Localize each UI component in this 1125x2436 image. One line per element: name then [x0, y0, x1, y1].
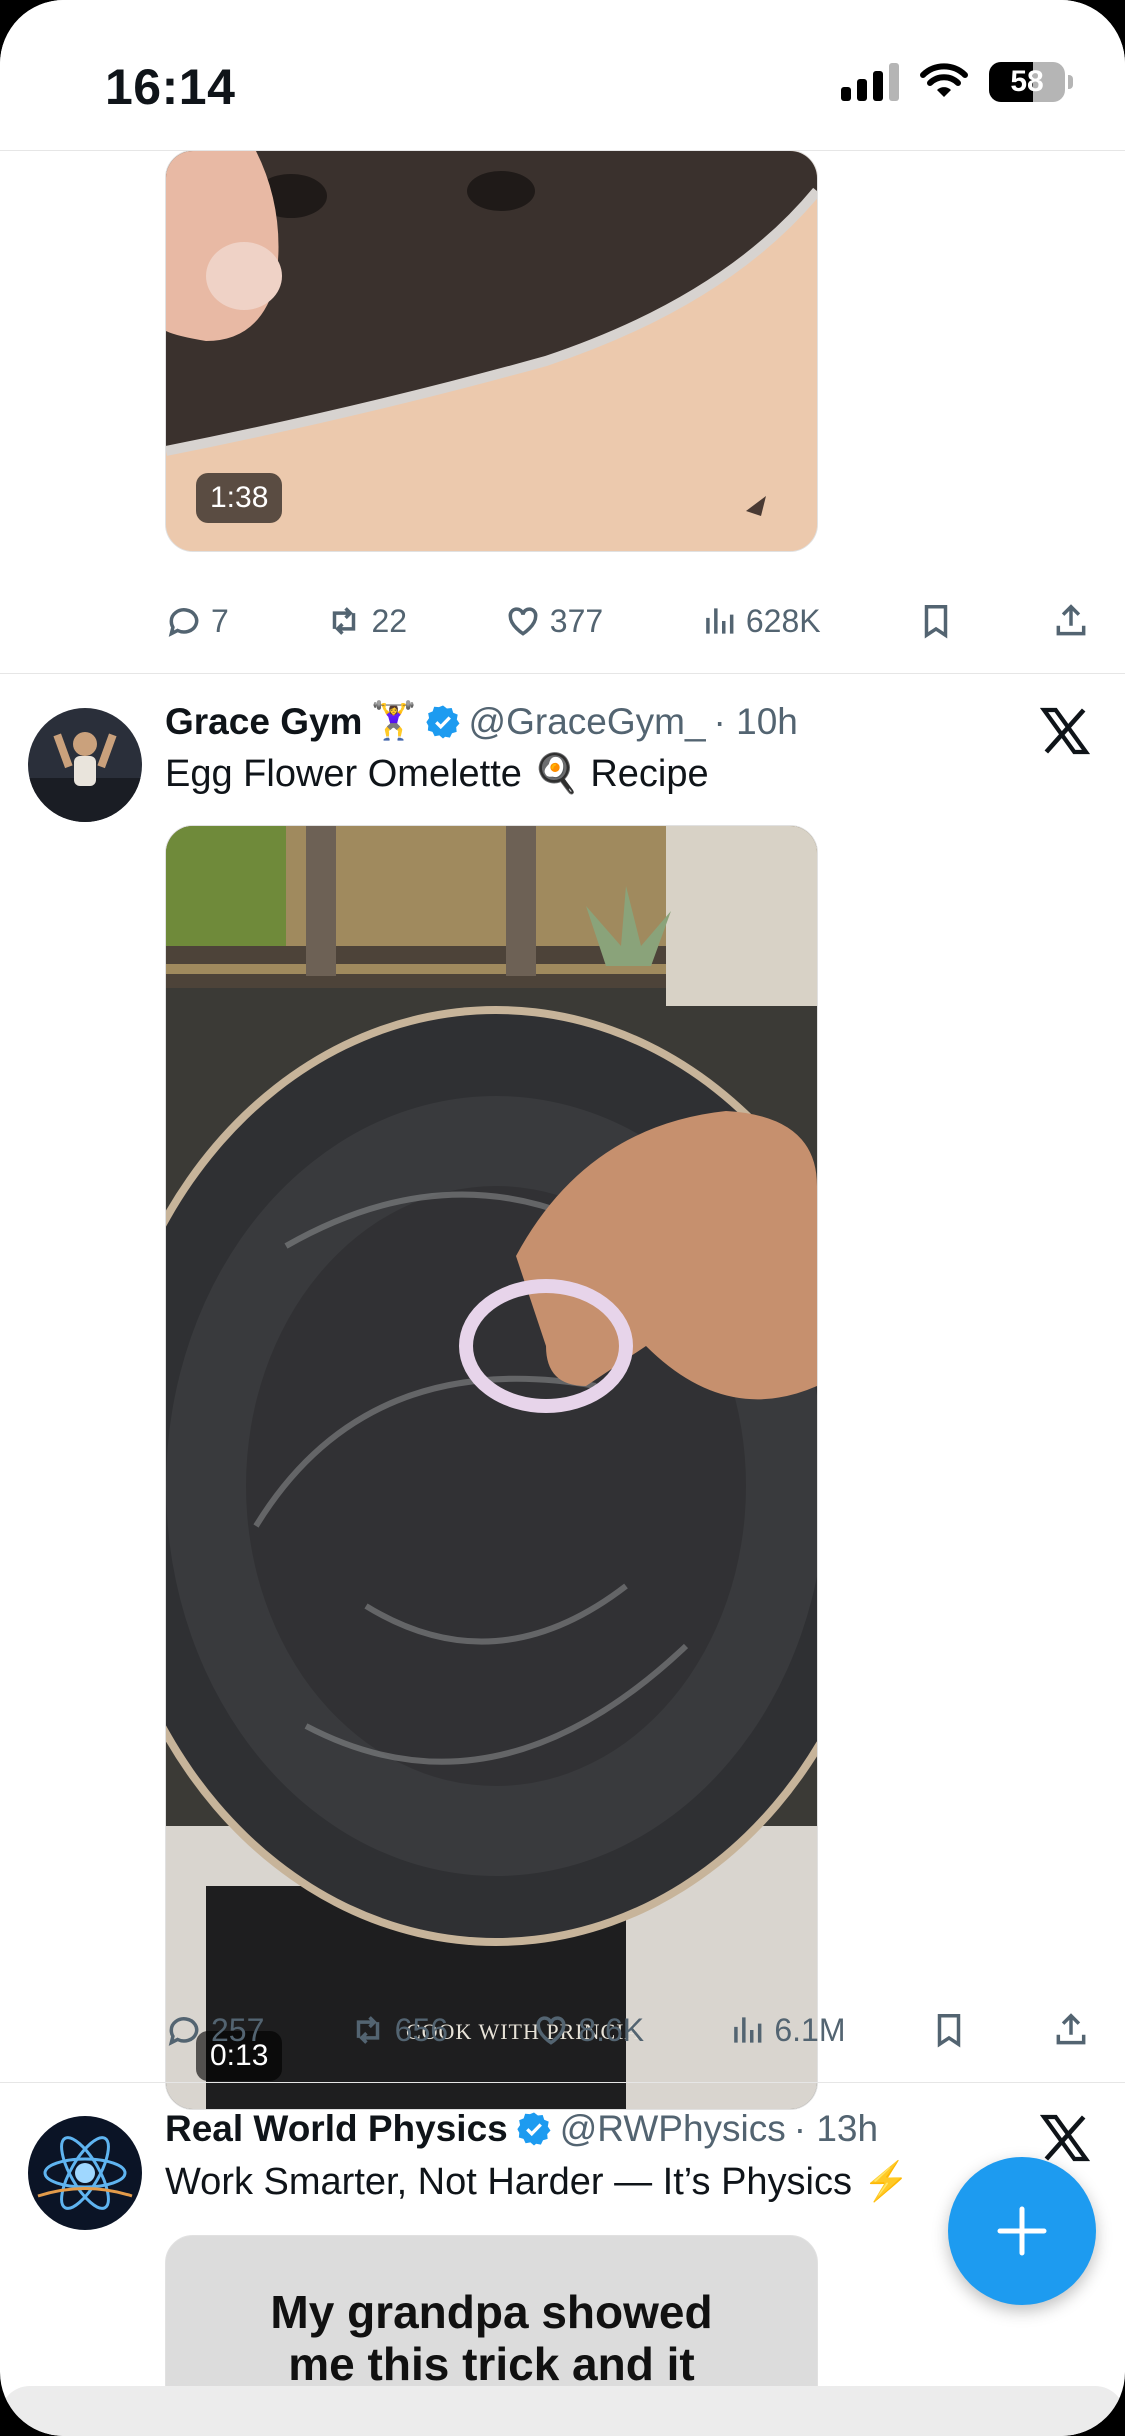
- tweet-time: · 10h: [713, 700, 798, 742]
- battery-icon: 58: [989, 62, 1073, 102]
- media-caption-line: me this trick and it: [288, 2338, 695, 2390]
- bookmark-button[interactable]: [930, 2011, 968, 2049]
- author-handle[interactable]: @GraceGym_: [469, 701, 706, 743]
- x-logo-icon[interactable]: [1037, 703, 1093, 759]
- reply-button[interactable]: 7: [165, 602, 229, 640]
- verified-badge-icon: [425, 705, 460, 738]
- author-name[interactable]: Grace Gym: [165, 701, 362, 743]
- tweet-video[interactable]: 1:38: [165, 150, 818, 552]
- tweet-actions: 257 656 8.6K 6.1M: [165, 2005, 1090, 2055]
- avatar[interactable]: [28, 2116, 142, 2230]
- retweet-icon: [356, 2016, 379, 2044]
- retweet-button[interactable]: 22: [325, 602, 407, 640]
- like-button[interactable]: 8.6K: [532, 2011, 644, 2049]
- like-button[interactable]: 377: [504, 602, 603, 640]
- reply-count: 257: [211, 2011, 265, 2048]
- status-icons: 58: [841, 62, 1073, 102]
- status-bar: 16:14 58: [0, 0, 1125, 151]
- tweet-header: Grace Gym 🏋️‍♀️ @GraceGym_ · 10h: [165, 700, 798, 743]
- tweet-text: Egg Flower Omelette 🍳 Recipe: [165, 753, 709, 795]
- x-logo-icon[interactable]: [1037, 2110, 1093, 2166]
- views-icon: [734, 2017, 762, 2043]
- retweet-count: 656: [394, 2011, 449, 2048]
- heart-icon: [508, 607, 538, 636]
- bookmark-button[interactable]: [917, 602, 955, 640]
- tweet-divider: [0, 673, 1125, 674]
- tweet-actions: 7 22 377 628K: [165, 596, 1090, 646]
- video-thumbnail: [166, 826, 817, 2109]
- media-caption-line: My grandpa showed: [270, 2286, 713, 2338]
- share-icon: [1056, 2013, 1086, 2045]
- avatar[interactable]: [28, 708, 142, 822]
- view-count: 6.1M: [774, 2011, 846, 2048]
- retweet-icon: [333, 607, 356, 635]
- tweet-text: Work Smarter, Not Harder — It’s Physics …: [165, 2161, 910, 2203]
- bookmark-icon: [937, 2014, 960, 2048]
- like-count: 377: [549, 602, 604, 639]
- reply-icon: [168, 608, 199, 637]
- share-button[interactable]: [1052, 602, 1090, 640]
- wifi-icon: [920, 63, 968, 97]
- heart-icon: [536, 2016, 566, 2045]
- phone-screen: 16:14 58 1:38 7 22 377 628K Grace Gym 🏋️…: [0, 0, 1125, 2436]
- retweet-button[interactable]: 656: [349, 2011, 448, 2049]
- tweet-video[interactable]: COOK WITH PRINCIA 0:13: [165, 825, 818, 2110]
- share-button[interactable]: [1052, 2011, 1090, 2049]
- author-name[interactable]: Real World Physics: [165, 2108, 508, 2150]
- author-handle[interactable]: @RWPhysics: [560, 2108, 786, 2150]
- media-caption: My grandpa showed me this trick and it: [166, 2286, 817, 2390]
- view-count: 628K: [745, 602, 821, 639]
- tweet-divider: [0, 2082, 1125, 2083]
- views-button[interactable]: 6.1M: [728, 2011, 846, 2049]
- bottom-bar: [0, 2386, 1125, 2436]
- reply-icon: [168, 2017, 199, 2046]
- like-count: 8.6K: [578, 2011, 645, 2048]
- battery-level: 58: [1010, 65, 1044, 98]
- retweet-count: 22: [371, 602, 408, 639]
- reply-count: 7: [211, 602, 229, 639]
- signal-icon: [841, 63, 899, 101]
- reply-button[interactable]: 257: [165, 2011, 264, 2049]
- plus-icon: [997, 2206, 1047, 2256]
- tweet-header: Real World Physics @RWPhysics · 13h: [165, 2108, 878, 2150]
- author-emoji: 🏋️‍♀️: [370, 700, 417, 741]
- share-icon: [1056, 604, 1086, 636]
- status-time: 16:14: [105, 59, 236, 115]
- video-duration: 1:38: [196, 473, 283, 523]
- verified-badge-icon: [517, 2112, 551, 2146]
- bookmark-icon: [925, 605, 948, 639]
- compose-button[interactable]: [948, 2157, 1096, 2305]
- views-button[interactable]: 628K: [700, 602, 821, 640]
- views-icon: [706, 608, 734, 634]
- tweet-time: · 13h: [793, 2108, 879, 2149]
